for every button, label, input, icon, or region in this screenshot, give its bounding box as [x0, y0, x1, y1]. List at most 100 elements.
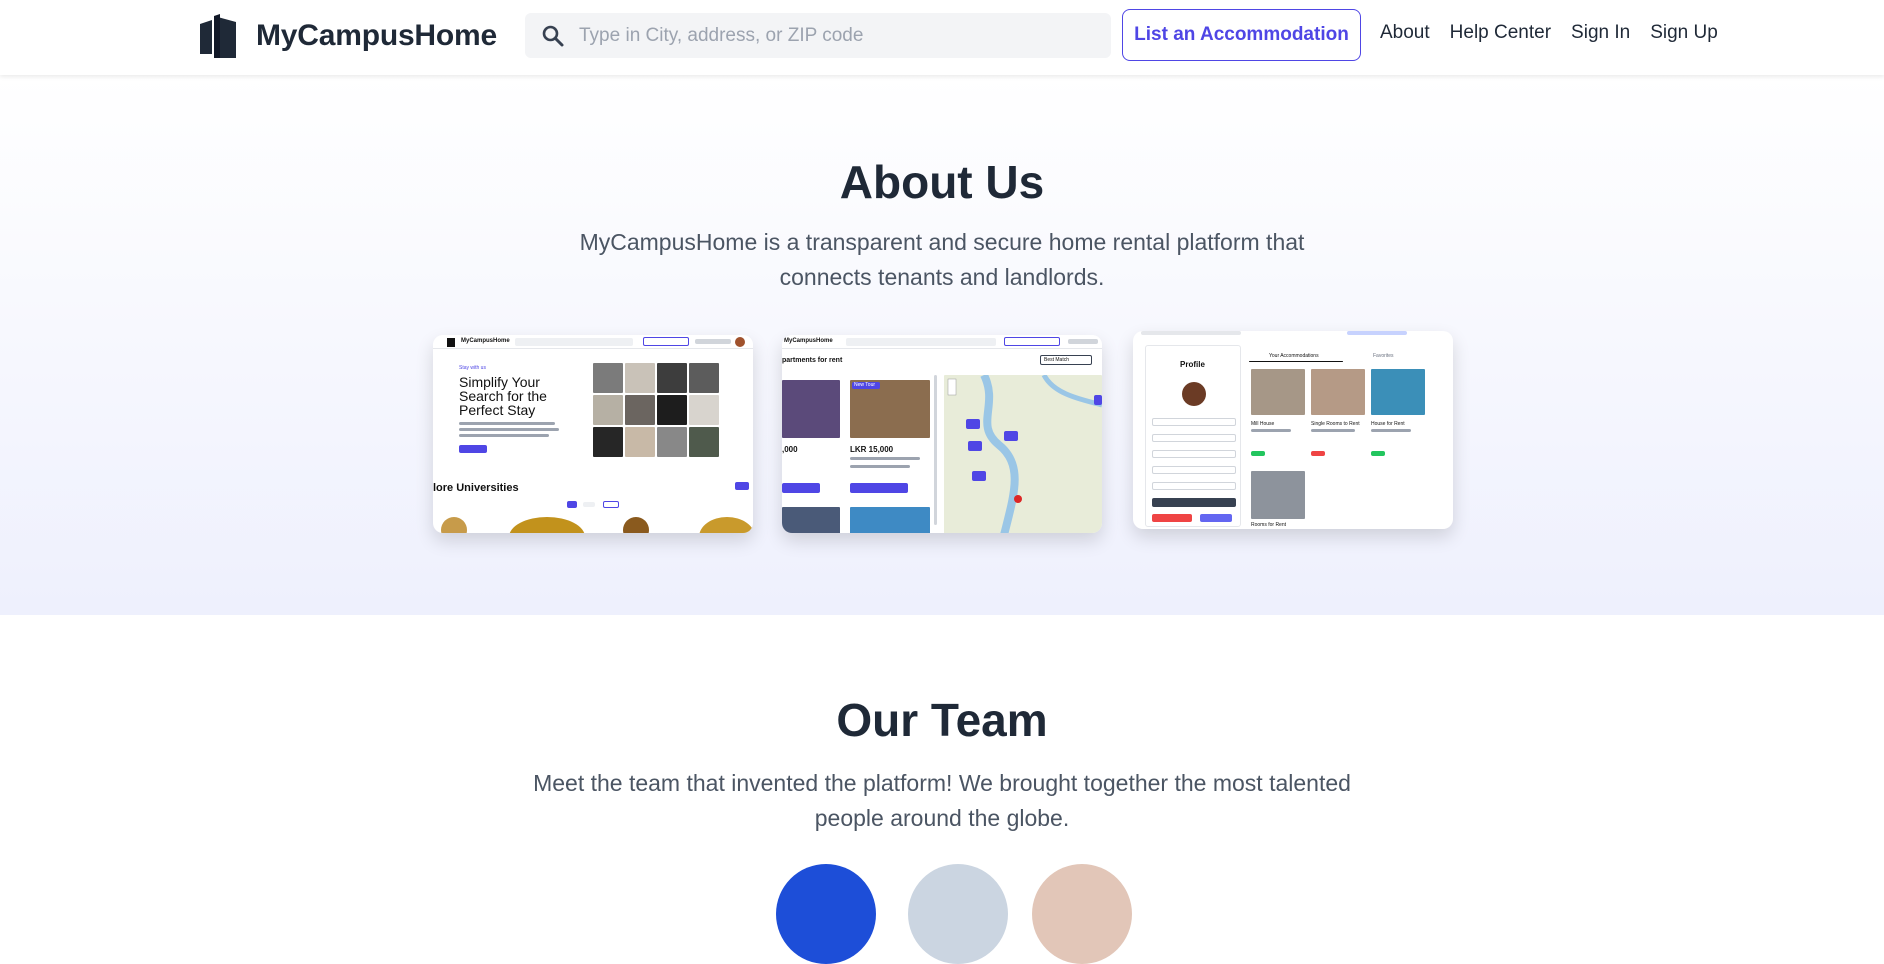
- mini-photo: [625, 395, 655, 425]
- mini-nav: [695, 339, 731, 344]
- about-section: About Us MyCampusHome is a transparent a…: [0, 75, 1884, 615]
- mini-header: [1141, 331, 1241, 335]
- mini-hero-text: [459, 428, 559, 431]
- mini-status-badge: [1311, 451, 1325, 456]
- nav-sign-in-link[interactable]: Sign In: [1571, 22, 1630, 44]
- mini-photo: [689, 395, 719, 425]
- mini-listing-meta: [1311, 429, 1355, 432]
- mini-hero-title: Simplify Your Search for the Perfect Sta…: [459, 375, 547, 417]
- mini-map-price-pin: [972, 471, 986, 481]
- mini-university-seal: [509, 517, 585, 533]
- mini-hero-line: Simplify Your: [459, 374, 540, 390]
- mini-price: LKR 15,000: [850, 445, 894, 454]
- mini-brand: MyCampusHome: [784, 338, 833, 344]
- mini-sort-label: Best Match: [1044, 357, 1070, 363]
- mini-listing-title: Mill House: [1251, 421, 1275, 427]
- mini-map-river: [947, 373, 1102, 533]
- mini-profile-card: Profile: [1145, 345, 1241, 527]
- search-input[interactable]: [579, 24, 1099, 47]
- mini-listing-title: Single Rooms to Rent: [1311, 421, 1360, 427]
- mini-apply-button: [782, 483, 820, 493]
- mini-avatar: [735, 337, 745, 347]
- mini-listing-meta: [1251, 429, 1291, 432]
- about-description: MyCampusHome is a transparent and secure…: [579, 229, 1305, 290]
- team-member-avatar: [1032, 864, 1132, 964]
- mini-map-marker-icon: [1014, 495, 1022, 503]
- mini-badge-label: New Tour: [854, 382, 876, 388]
- mini-listing-title: Rooms for Rent: [1251, 522, 1287, 528]
- mini-map-price-pin: [1004, 431, 1018, 441]
- mini-photo: [657, 427, 687, 457]
- mini-profile-field: [1152, 450, 1236, 458]
- team-member-avatar: [908, 864, 1008, 964]
- mini-listing-photo: [1251, 369, 1305, 415]
- mini-list-button: [643, 337, 689, 346]
- team-title: Our Team: [836, 694, 1048, 746]
- mini-listing-photo: [1371, 369, 1425, 415]
- mini-profile-field: [1152, 434, 1236, 442]
- mini-university-seal: [441, 517, 467, 533]
- profile-screenshot: Profile Your Accommodations Favorites Mi…: [1133, 331, 1453, 529]
- mini-photo: [625, 427, 655, 457]
- nav-about-link[interactable]: About: [1380, 22, 1430, 44]
- mini-photo: [689, 427, 719, 457]
- mini-header: MyCampusHome: [433, 335, 753, 349]
- mini-price: ,000: [782, 445, 798, 454]
- mini-logo-icon: [447, 338, 455, 347]
- mini-profile-field: [1152, 466, 1236, 474]
- team-description: Meet the team that invented the platform…: [533, 770, 1351, 831]
- mini-listing-photo: [1311, 369, 1365, 415]
- mini-listing-title: House for Rent: [1371, 421, 1405, 427]
- search-bar[interactable]: [525, 13, 1111, 58]
- team-member-avatar: [776, 864, 876, 964]
- mini-header: MyCampusHome: [782, 335, 1102, 349]
- brand-name: MyCampusHome: [256, 19, 497, 52]
- mini-page-button: [583, 502, 595, 507]
- mini-brand: MyCampusHome: [461, 338, 510, 344]
- mini-profile-avatar: [1182, 382, 1206, 406]
- mini-hero-kicker: Stay with us: [459, 365, 486, 371]
- mini-tab: Your Accommodations: [1269, 353, 1319, 359]
- mini-listing-photo: [1251, 471, 1305, 519]
- mini-map-price-pin: [1094, 395, 1102, 405]
- listings-map-screenshot: MyCampusHome partments for rent Best Mat…: [782, 335, 1102, 533]
- mini-university-seal: [699, 517, 753, 533]
- nav-help-center-link[interactable]: Help Center: [1450, 22, 1551, 44]
- mini-search: [846, 338, 996, 346]
- list-accommodation-button[interactable]: List an Accommodation: [1122, 9, 1361, 61]
- mini-apply-button: [850, 483, 908, 493]
- mini-listing-meta: [850, 457, 920, 460]
- mini-status-badge: [1251, 451, 1265, 456]
- nav-sign-up-link[interactable]: Sign Up: [1650, 22, 1718, 44]
- mini-profile-field: [1152, 482, 1236, 490]
- mini-photo: [657, 363, 687, 393]
- mini-list-button: [1004, 337, 1060, 346]
- mini-photo: [625, 363, 655, 393]
- mini-photo: [593, 395, 623, 425]
- mini-tab-underline: [1249, 361, 1343, 362]
- mini-listing-meta: [1371, 429, 1411, 432]
- search-icon: [542, 25, 564, 46]
- mini-cta-button: [459, 445, 487, 453]
- mini-delete-button: [1152, 514, 1192, 522]
- mini-map-price-pin: [968, 441, 982, 451]
- mini-photo: [657, 395, 687, 425]
- mini-hero-line: Search for the: [459, 388, 547, 404]
- mini-photo: [593, 427, 623, 457]
- about-title: About Us: [839, 156, 1045, 208]
- top-navigation-bar: MyCampusHome List an Accommodation About…: [0, 0, 1884, 75]
- brand-link[interactable]: MyCampusHome: [198, 12, 497, 60]
- mini-signout-button: [1200, 514, 1232, 522]
- mini-hero-line: Perfect Stay: [459, 402, 536, 418]
- mini-map: [944, 373, 1102, 533]
- mini-scrollbar: [934, 375, 937, 525]
- mini-map-price-pin: [966, 419, 980, 429]
- mini-page-button: [603, 501, 619, 508]
- mini-badge: New Tour: [852, 382, 880, 389]
- mini-listing-photo: [782, 507, 840, 533]
- mini-tab: Favorites: [1373, 353, 1394, 359]
- mini-hero-text: [459, 434, 549, 437]
- mini-nav: [1068, 339, 1098, 344]
- mini-page-button: [567, 501, 577, 508]
- mini-search: [515, 338, 633, 346]
